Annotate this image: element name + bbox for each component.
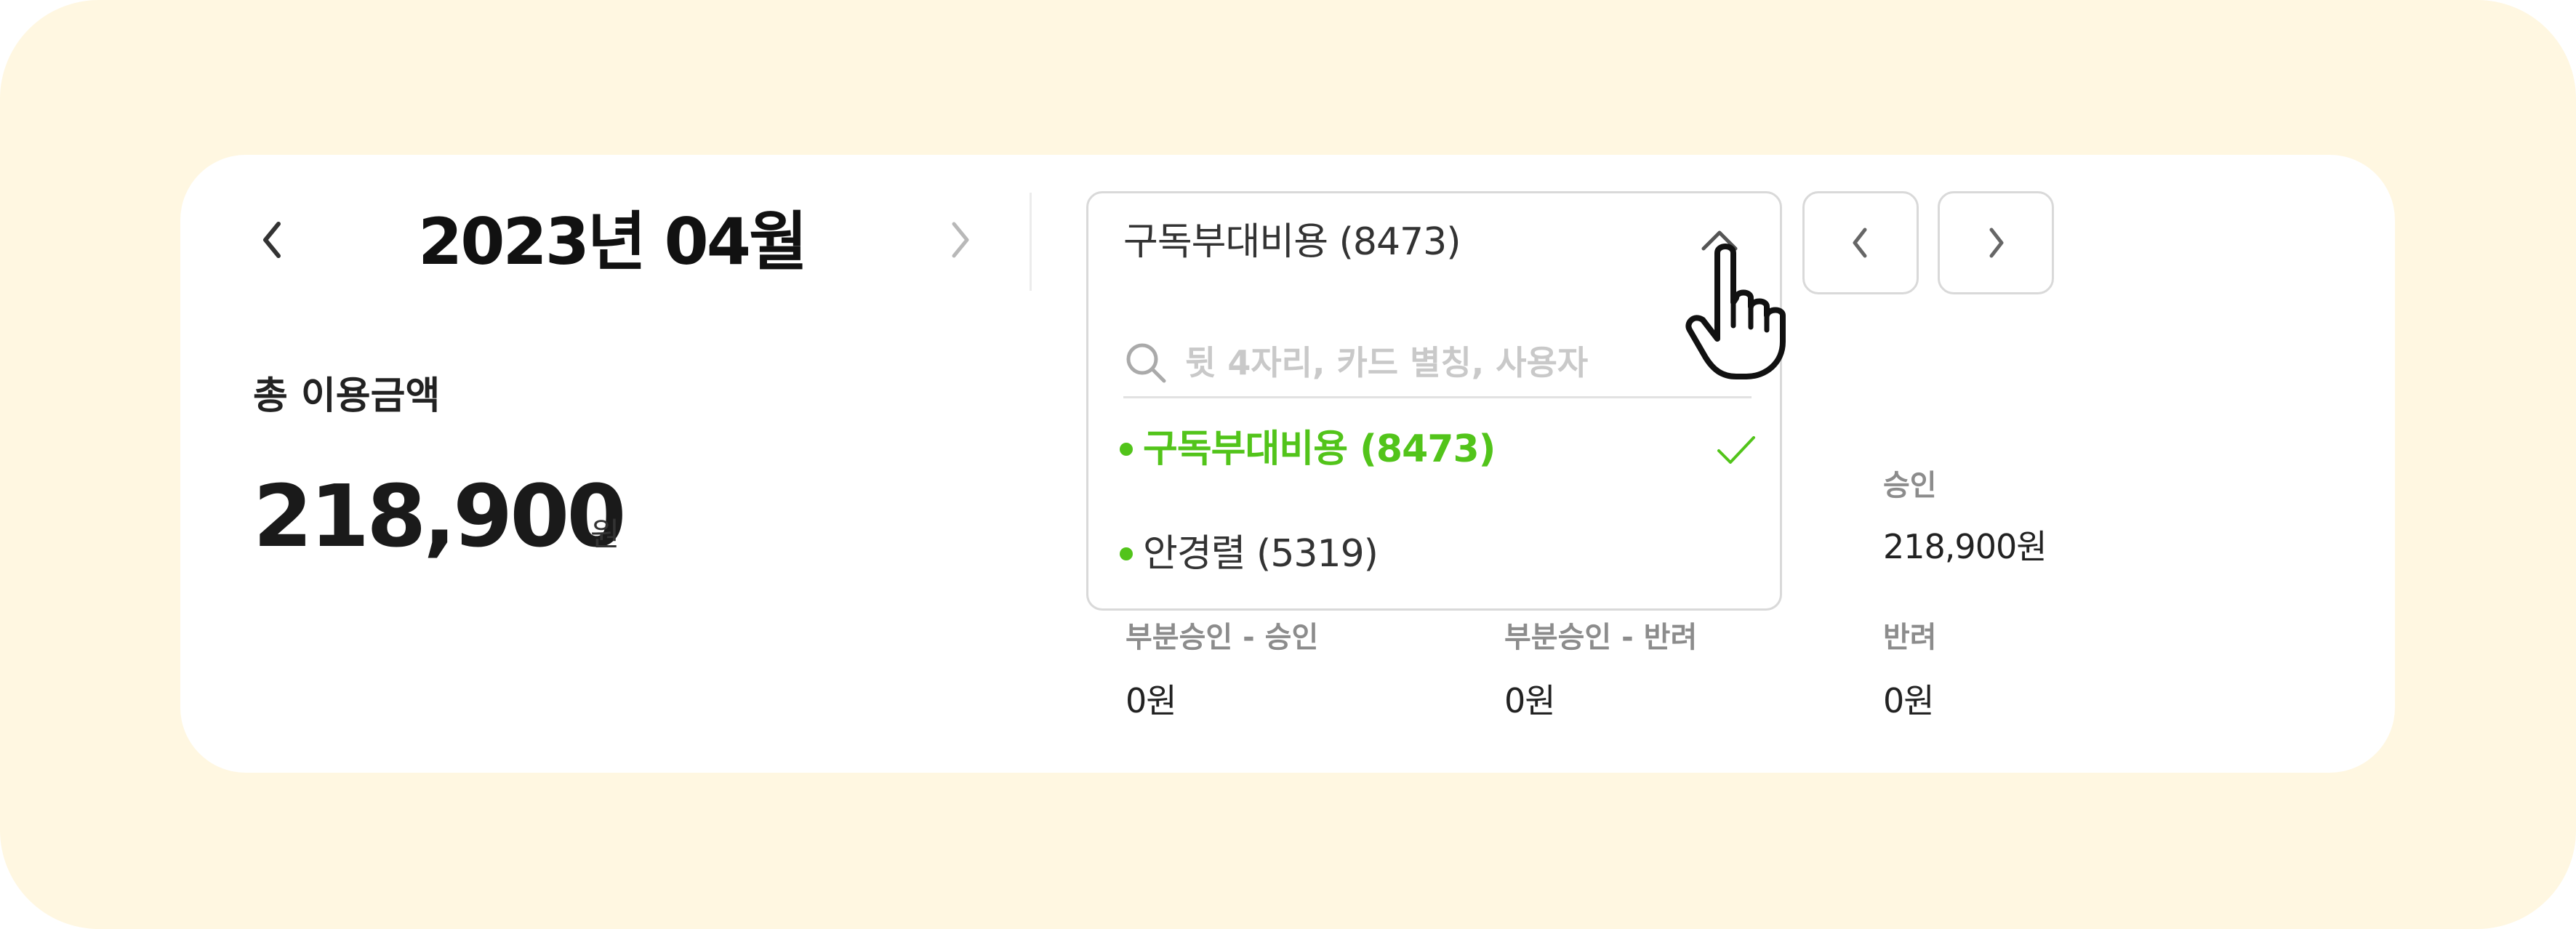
- search-icon: [1123, 340, 1168, 385]
- stat-partial-approved-value: 0원: [1126, 681, 1177, 720]
- check-icon: [1717, 436, 1755, 464]
- chevron-left-icon: [263, 222, 281, 258]
- stat-partial-rejected-value: 0원: [1504, 681, 1556, 720]
- chevron-left-icon: [1853, 228, 1867, 258]
- next-card-button[interactable]: [1938, 191, 2054, 294]
- stat-approved-label: 승인: [1883, 469, 1937, 502]
- hand-pointer-icon: [1680, 240, 1796, 382]
- dropdown-option[interactable]: 안경렬 (5319): [1120, 518, 1774, 590]
- status-dot-icon: [1120, 443, 1133, 456]
- header-divider: [1030, 193, 1032, 291]
- chevron-right-icon: [952, 222, 969, 258]
- prev-month-button[interactable]: [247, 214, 298, 265]
- month-title: 2023년 04월: [418, 204, 808, 279]
- search-underline: [1123, 396, 1752, 398]
- status-dot-icon: [1120, 547, 1133, 560]
- total-usage-label: 총 이용금액: [253, 374, 441, 418]
- stat-partial-approved-label: 부분승인 - 승인: [1126, 621, 1319, 654]
- dropdown-option[interactable]: 구독부대비용 (8473): [1120, 413, 1774, 486]
- card-search-input[interactable]: [1185, 339, 1738, 387]
- chevron-right-icon: [1989, 228, 2004, 258]
- dropdown-option-label: 안경렬 (5319): [1143, 532, 1379, 576]
- stat-rejected-value: 0원: [1883, 681, 1935, 720]
- total-usage-unit: 원: [590, 516, 620, 553]
- card-select-value: 구독부대비용 (8473): [1123, 220, 1461, 264]
- stat-partial-rejected-label: 부분승인 - 반려: [1504, 621, 1698, 654]
- dropdown-option-label: 구독부대비용 (8473): [1143, 427, 1496, 471]
- next-month-button[interactable]: [934, 214, 985, 265]
- prev-card-button[interactable]: [1802, 191, 1919, 294]
- stat-approved-value: 218,900원: [1883, 527, 2047, 566]
- total-usage-amount: 218,900: [253, 466, 626, 566]
- stat-rejected-label: 반려: [1883, 621, 1937, 654]
